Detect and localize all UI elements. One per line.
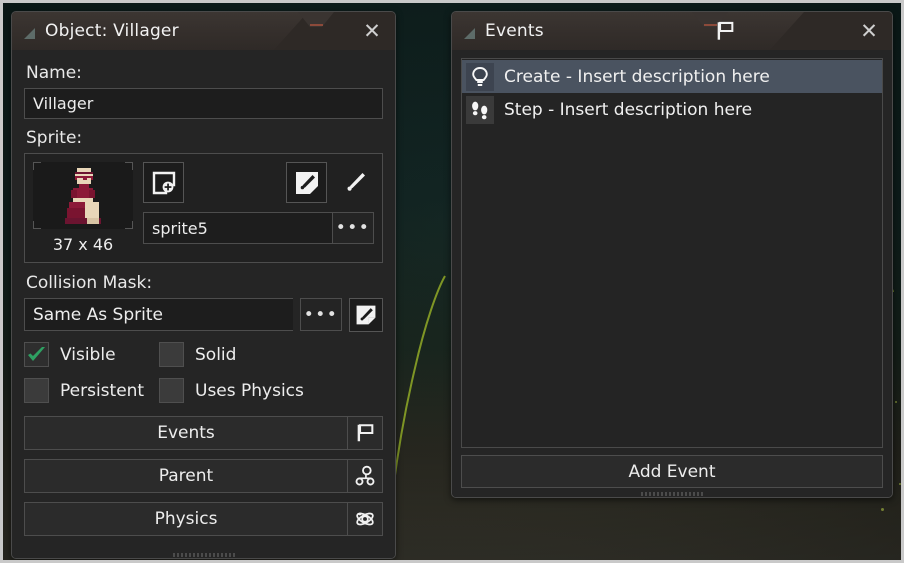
collision-mask-input[interactable]: Same As Sprite bbox=[24, 298, 293, 331]
resize-triangle-icon bbox=[23, 25, 36, 39]
new-sprite-icon[interactable] bbox=[143, 162, 184, 203]
events-button[interactable]: Events bbox=[24, 416, 383, 450]
sprite-thumbnail-column: 37 x 46 bbox=[33, 162, 133, 254]
checkbox-persistent[interactable]: Persistent bbox=[24, 378, 159, 403]
collision-mask-label: Collision Mask: bbox=[26, 273, 153, 293]
flag-icon[interactable] bbox=[712, 18, 738, 44]
sprite-controls-column: sprite5 ••• bbox=[143, 162, 374, 254]
titlebar-notch-dash bbox=[310, 24, 323, 26]
sprite-name-row: sprite5 ••• bbox=[143, 212, 374, 244]
events-window-resize-grip[interactable] bbox=[641, 492, 703, 496]
events-list[interactable]: Create - Insert description here Step - … bbox=[461, 58, 883, 448]
resize-triangle-icon bbox=[463, 25, 476, 39]
flag-icon[interactable] bbox=[347, 416, 383, 450]
edit-sprite-icon[interactable] bbox=[286, 162, 327, 203]
paint-brush-icon[interactable] bbox=[333, 162, 374, 203]
background-green-curve bbox=[392, 275, 446, 491]
sprite-label: Sprite: bbox=[26, 128, 83, 148]
events-window-title: Events bbox=[485, 21, 544, 41]
object-properties-window: Object: Villager ✕ Name: Villager Sprite… bbox=[11, 11, 396, 559]
sprite-dimensions: 37 x 46 bbox=[52, 235, 114, 254]
sprite-section: 37 x 46 sprite5 ••• bbox=[24, 153, 383, 263]
events-button-label[interactable]: Events bbox=[24, 416, 347, 450]
name-label: Name: bbox=[26, 63, 82, 83]
object-window-titlebar[interactable]: Object: Villager ✕ bbox=[12, 12, 395, 50]
background-speck bbox=[895, 401, 897, 403]
close-icon[interactable]: ✕ bbox=[359, 18, 385, 44]
villager-sprite-art bbox=[65, 168, 101, 224]
sprite-browse-button[interactable]: ••• bbox=[332, 212, 374, 244]
events-window-body: Create - Insert description here Step - … bbox=[452, 50, 892, 497]
checkbox-solid[interactable]: Solid bbox=[159, 342, 383, 367]
object-window-title: Object: Villager bbox=[45, 21, 179, 41]
checkbox-uses-physics-label: Uses Physics bbox=[195, 380, 304, 401]
parent-button-label[interactable]: Parent bbox=[24, 459, 347, 493]
physics-button[interactable]: Physics bbox=[24, 502, 383, 536]
checkbox-visible[interactable]: Visible bbox=[24, 342, 159, 367]
checkbox-visible-label: Visible bbox=[60, 344, 116, 365]
add-event-button[interactable]: Add Event bbox=[461, 455, 883, 488]
checkbox-visible-box[interactable] bbox=[24, 342, 49, 367]
background-speck bbox=[899, 483, 901, 485]
background-speck bbox=[881, 508, 884, 511]
object-window-resize-grip[interactable] bbox=[172, 553, 235, 557]
event-list-item-create-label: Create - Insert description here bbox=[504, 66, 770, 87]
lightbulb-icon bbox=[466, 62, 494, 91]
checkbox-persistent-box[interactable] bbox=[24, 378, 49, 403]
checkbox-solid-box[interactable] bbox=[159, 342, 184, 367]
checkbox-persistent-label: Persistent bbox=[60, 380, 145, 401]
edit-mask-brush-icon[interactable] bbox=[349, 297, 383, 332]
collision-mask-row: Same As Sprite ••• bbox=[24, 297, 383, 332]
footsteps-icon bbox=[466, 95, 494, 124]
collision-mask-browse-button[interactable]: ••• bbox=[300, 298, 342, 331]
event-list-item-step[interactable]: Step - Insert description here bbox=[462, 93, 882, 126]
object-window-body: Name: Villager Sprite: 37 x 46 sprite5 •… bbox=[12, 50, 395, 558]
parent-button[interactable]: Parent bbox=[24, 459, 383, 493]
parent-hierarchy-icon[interactable] bbox=[347, 459, 383, 493]
checkbox-uses-physics-box[interactable] bbox=[159, 378, 184, 403]
sprite-name-input[interactable]: sprite5 bbox=[143, 212, 332, 244]
sprite-preview[interactable] bbox=[33, 162, 133, 229]
object-name-input[interactable]: Villager bbox=[24, 88, 383, 119]
sprite-button-row bbox=[143, 162, 374, 203]
event-list-item-step-label: Step - Insert description here bbox=[504, 99, 753, 120]
object-flags-grid: Visible Solid Persistent Uses Physics bbox=[24, 342, 383, 403]
checkbox-uses-physics[interactable]: Uses Physics bbox=[159, 378, 383, 403]
event-list-item-create[interactable]: Create - Insert description here bbox=[462, 60, 882, 93]
events-window-titlebar[interactable]: Events ✕ bbox=[452, 12, 892, 50]
close-icon[interactable]: ✕ bbox=[856, 18, 882, 44]
atom-icon[interactable] bbox=[347, 502, 383, 536]
events-window: Events ✕ Create - Insert description her… bbox=[451, 11, 893, 498]
checkbox-solid-label: Solid bbox=[195, 344, 237, 365]
physics-button-label[interactable]: Physics bbox=[24, 502, 347, 536]
app-root: Object: Villager ✕ Name: Villager Sprite… bbox=[0, 0, 904, 563]
